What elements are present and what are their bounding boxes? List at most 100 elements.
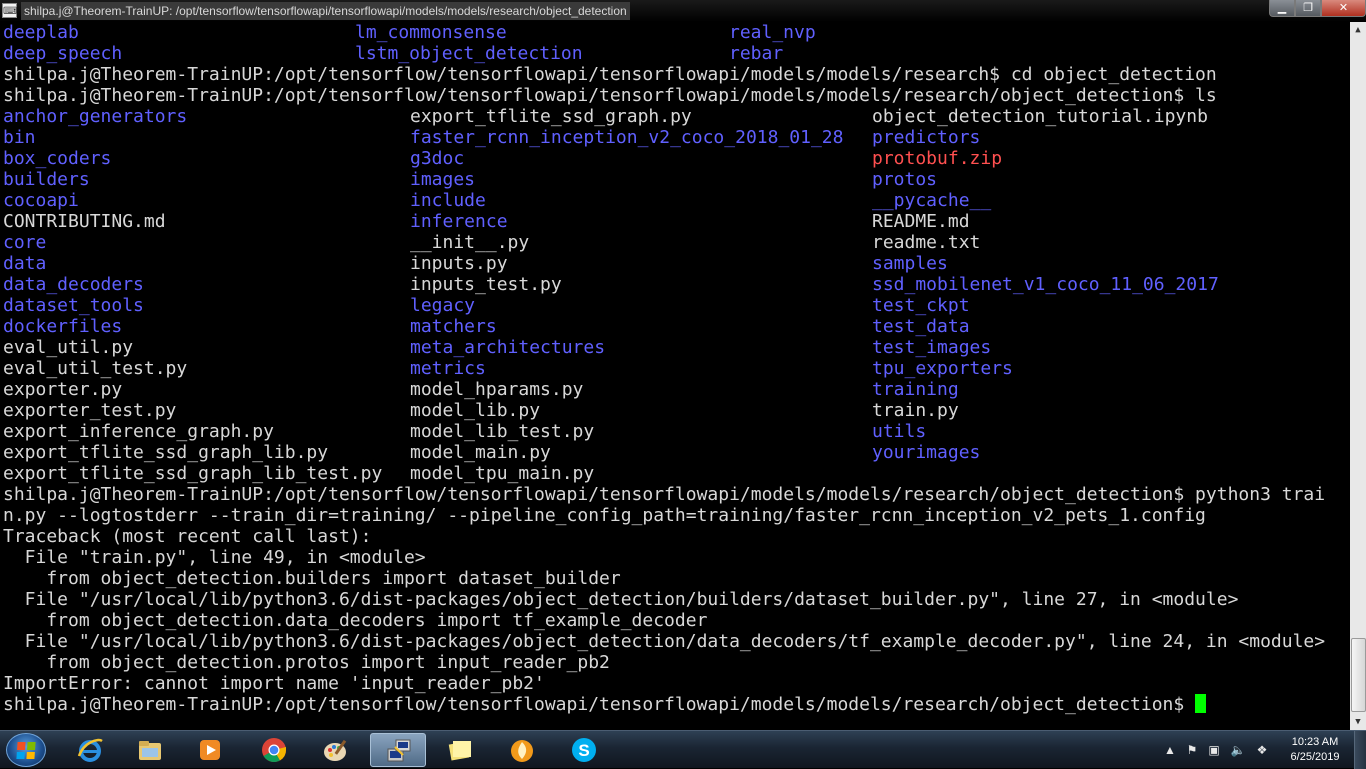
scroll-thumb[interactable] <box>1351 638 1366 712</box>
putty-icon[interactable]: ⌨ <box>2 3 17 18</box>
close-button[interactable]: ✕ <box>1321 0 1366 17</box>
directory-entry: test_data <box>872 316 970 337</box>
scroll-up-icon[interactable]: ▲ <box>1350 22 1366 38</box>
media-player-icon <box>200 740 220 760</box>
directory-entry: test_images <box>872 337 992 358</box>
taskbar-putty[interactable] <box>370 733 426 767</box>
show-desktop-button[interactable] <box>1354 731 1366 769</box>
network-icon[interactable]: ▣ <box>1206 742 1222 758</box>
file-entry: readme.txt <box>872 232 981 253</box>
clock[interactable]: 10:23 AM 6/25/2019 <box>1280 735 1350 765</box>
directory-entry: __pycache__ <box>872 190 992 211</box>
app-tray-icon[interactable]: ❖ <box>1254 742 1270 758</box>
burning-app-icon <box>511 740 533 762</box>
file-entry: train.py <box>872 400 959 421</box>
directory-entry: images <box>410 169 476 190</box>
directory-entry: lstm_object_detection <box>355 43 583 64</box>
directory-entry: metrics <box>410 358 486 379</box>
taskbar: S ▲ ⚑ ▣ 🔈 ❖ 10:23 AM 6/25/2019 <box>0 730 1366 769</box>
text-cursor[interactable] <box>1195 694 1207 713</box>
output-line: from object_detection.data_decoders impo… <box>3 610 708 631</box>
taskbar-burning-app[interactable] <box>494 733 550 767</box>
output-line: ImportError: cannot import name 'input_r… <box>3 673 545 694</box>
directory-entry: training <box>872 379 959 400</box>
file-entry: export_inference_graph.py <box>3 421 274 442</box>
file-explorer-icon <box>139 741 161 760</box>
directory-entry: ssd_mobilenet_v1_coco_11_06_2017 <box>872 274 1219 295</box>
directory-entry: rebar <box>729 43 784 64</box>
maximize-button[interactable]: ❐ <box>1295 0 1321 17</box>
output-line: from object_detection.builders import da… <box>3 568 621 589</box>
directory-entry: box_coders <box>3 148 112 169</box>
directory-entry: anchor_generators <box>3 106 188 127</box>
taskbar-paint[interactable] <box>308 733 364 767</box>
directory-entry: core <box>3 232 47 253</box>
clock-date: 6/25/2019 <box>1290 751 1340 763</box>
directory-entry: g3doc <box>410 148 465 169</box>
output-line: from object_detection.protos import inpu… <box>3 652 610 673</box>
output-line: File "/usr/local/lib/python3.6/dist-pack… <box>3 589 1239 610</box>
file-entry: eval_util.py <box>3 337 134 358</box>
putty-icon <box>387 739 411 762</box>
paint-icon <box>324 739 347 761</box>
prompt-line: shilpa.j@Theorem-TrainUP:/opt/tensorflow… <box>3 694 1207 715</box>
internet-explorer-icon <box>77 738 103 762</box>
directory-entry: deep_speech <box>3 43 123 64</box>
file-entry: README.md <box>872 211 970 232</box>
minimize-icon: ▁ <box>1277 2 1287 14</box>
file-entry: inputs_test.py <box>410 274 562 295</box>
file-entry: export_tflite_ssd_graph.py <box>410 106 692 127</box>
file-entry: model_tpu_main.py <box>410 463 595 484</box>
start-button[interactable] <box>6 733 46 767</box>
directory-entry: meta_architectures <box>410 337 606 358</box>
directory-entry: data <box>3 253 47 274</box>
show-hidden-icons-icon[interactable]: ▲ <box>1162 742 1178 758</box>
file-entry: model_lib_test.py <box>410 421 595 442</box>
directory-entry: real_nvp <box>729 22 816 43</box>
output-line: File "/usr/local/lib/python3.6/dist-pack… <box>3 631 1326 652</box>
file-entry: inputs.py <box>410 253 508 274</box>
window-title: shilpa.j@Theorem-TrainUP: /opt/tensorflo… <box>21 2 630 20</box>
file-entry: __init__.py <box>410 232 530 253</box>
vertical-scrollbar[interactable]: ▲ ▼ <box>1350 22 1366 730</box>
directory-entry: faster_rcnn_inception_v2_coco_2018_01_28 <box>410 127 844 148</box>
prompt-text: shilpa.j@Theorem-TrainUP:/opt/tensorflow… <box>3 694 1196 715</box>
windows-start-icon <box>16 742 36 759</box>
directory-entry: inference <box>410 211 508 232</box>
taskbar-chrome[interactable] <box>246 733 302 767</box>
file-entry: export_tflite_ssd_graph_lib_test.py <box>3 463 383 484</box>
file-entry: model_main.py <box>410 442 551 463</box>
file-entry: object_detection_tutorial.ipynb <box>872 106 1208 127</box>
title-bar[interactable]: ⌨ shilpa.j@Theorem-TrainUP: /opt/tensorf… <box>0 0 1366 22</box>
chrome-icon <box>262 738 286 763</box>
directory-entry: lm_commonsense <box>355 22 507 43</box>
minimize-button[interactable]: ▁ <box>1269 0 1295 17</box>
file-entry: model_lib.py <box>410 400 541 421</box>
output-line: Traceback (most recent call last): <box>3 526 372 547</box>
terminal-output[interactable]: deeplab lm_commonsense real_nvp deep_speech… <box>0 22 1350 730</box>
taskbar-media-player[interactable] <box>182 733 238 767</box>
command-line: shilpa.j@Theorem-TrainUP:/opt/tensorflow… <box>3 64 1217 85</box>
file-entry: eval_util_test.py <box>3 358 188 379</box>
directory-entry: builders <box>3 169 90 190</box>
taskbar-file-explorer[interactable] <box>122 733 178 767</box>
taskbar-internet-explorer[interactable] <box>62 733 118 767</box>
directory-entry: data_decoders <box>3 274 144 295</box>
volume-icon[interactable]: 🔈 <box>1230 742 1246 758</box>
directory-entry: utils <box>872 421 927 442</box>
scroll-down-icon[interactable]: ▼ <box>1350 714 1366 730</box>
action-center-flag-icon[interactable]: ⚑ <box>1184 742 1200 758</box>
directory-entry: protos <box>872 169 938 190</box>
directory-entry: cocoapi <box>3 190 79 211</box>
directory-entry: dataset_tools <box>3 295 144 316</box>
file-entry: exporter_test.py <box>3 400 177 421</box>
archive-entry: protobuf.zip <box>872 148 1003 169</box>
maximize-icon: ❐ <box>1303 2 1313 14</box>
directory-entry: bin <box>3 127 36 148</box>
clock-time: 10:23 AM <box>1291 736 1339 748</box>
directory-entry: test_ckpt <box>872 295 970 316</box>
skype-icon: S <box>572 738 596 762</box>
output-line: n.py --logtostderr --train_dir=training/… <box>3 505 1206 526</box>
taskbar-sticky-notes[interactable] <box>432 733 488 767</box>
taskbar-skype[interactable]: S <box>556 733 612 767</box>
